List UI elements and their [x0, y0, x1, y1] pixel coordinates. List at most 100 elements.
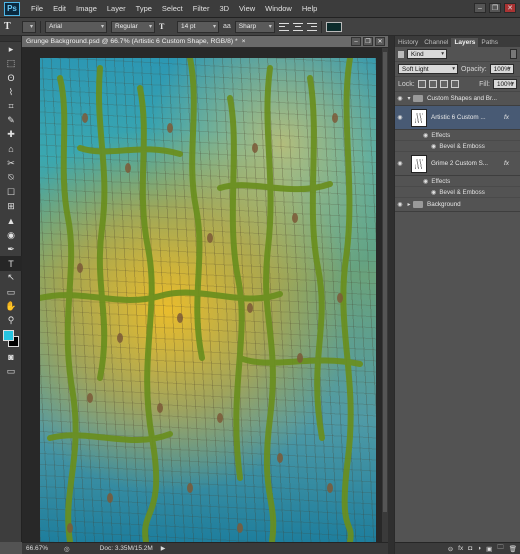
tab-channels[interactable]: Channel: [421, 38, 451, 47]
brush-tool-icon[interactable]: ⌂: [0, 142, 22, 156]
quick-mask-icon[interactable]: ◙: [0, 350, 22, 364]
expand-caret-icon[interactable]: ▾: [405, 95, 413, 102]
blur-tool-icon[interactable]: ▲: [0, 214, 22, 228]
healing-brush-tool-icon[interactable]: ✚: [0, 128, 22, 142]
menu-select[interactable]: Select: [157, 4, 188, 13]
effects-label: Effects: [431, 177, 451, 185]
expand-caret-icon[interactable]: ▸: [405, 201, 413, 208]
tab-layers[interactable]: Layers: [451, 38, 479, 47]
tool-preset-dropdown[interactable]: [22, 20, 36, 33]
menu-layer[interactable]: Layer: [102, 4, 131, 13]
text-color-swatch[interactable]: [325, 21, 342, 32]
eyedropper-tool-icon[interactable]: ✎: [0, 113, 22, 127]
new-layer-icon[interactable]: 🗀: [497, 543, 504, 554]
align-left-icon[interactable]: [278, 22, 289, 32]
marquee-tool-icon[interactable]: ⬚: [0, 56, 22, 70]
pen-tool-icon[interactable]: ✒: [0, 242, 22, 256]
shape-tool-icon[interactable]: ▭: [0, 285, 22, 299]
status-menu-arrow-icon[interactable]: ▶: [161, 545, 166, 552]
hand-tool-icon[interactable]: ✋: [0, 299, 22, 313]
align-right-icon[interactable]: [306, 22, 317, 32]
tab-history[interactable]: History: [395, 38, 421, 47]
menu-filter[interactable]: Filter: [188, 4, 215, 13]
crop-tool-icon[interactable]: ⌗: [0, 99, 22, 113]
menu-type[interactable]: Type: [131, 4, 157, 13]
document-canvas[interactable]: [40, 58, 376, 542]
kind-dropdown[interactable]: Kind: [407, 49, 447, 59]
effect-bevel-emboss[interactable]: ◉ Bevel & Emboss: [395, 187, 520, 198]
effect-visibility-icon[interactable]: ◉: [431, 143, 436, 150]
effects-row[interactable]: ◉ Effects: [395, 176, 520, 187]
layer-group-background[interactable]: ◉ ▸ Background: [395, 198, 520, 212]
lock-label: Lock:: [398, 80, 415, 88]
path-select-tool-icon[interactable]: ↖: [0, 271, 22, 285]
adjustment-layer-icon[interactable]: ◑: [477, 545, 481, 552]
blend-mode-dropdown[interactable]: Soft Light: [398, 64, 458, 74]
visibility-eye-icon[interactable]: ◉: [395, 201, 405, 208]
document-tab[interactable]: Grunge Background.psd @ 66.7% (Artistic …: [22, 36, 388, 48]
menu-help[interactable]: Help: [297, 4, 322, 13]
dodge-tool-icon[interactable]: ◉: [0, 228, 22, 242]
fx-icon[interactable]: fx: [504, 114, 520, 121]
zoom-tool-icon[interactable]: ⚲: [0, 314, 22, 328]
eraser-tool-icon[interactable]: ☐: [0, 185, 22, 199]
tab-paths[interactable]: Paths: [478, 38, 501, 47]
fill-field[interactable]: 100%: [493, 79, 517, 89]
lock-transparent-icon[interactable]: [417, 80, 426, 88]
screen-mode-icon[interactable]: ▭: [0, 364, 22, 378]
menu-view[interactable]: View: [234, 4, 260, 13]
effect-visibility-icon[interactable]: ◉: [431, 189, 436, 196]
menu-image[interactable]: Image: [71, 4, 102, 13]
type-tool-icon[interactable]: T: [4, 21, 18, 32]
minimize-button[interactable]: –: [474, 3, 486, 13]
type-tool-icon[interactable]: T: [0, 256, 22, 271]
move-tool-icon[interactable]: ▸: [0, 42, 22, 56]
filter-toggle-icon[interactable]: [510, 49, 517, 59]
zoom-level[interactable]: 66.67%: [22, 545, 64, 552]
new-group-icon[interactable]: ▣: [486, 545, 492, 553]
layer-group-custom-shapes[interactable]: ◉ ▾ Custom Shapes and Br...: [395, 92, 520, 106]
doc-close-button[interactable]: ✕: [375, 37, 385, 46]
add-style-icon[interactable]: fx: [458, 545, 463, 552]
close-document-icon[interactable]: ×: [242, 38, 246, 45]
close-button[interactable]: ✕: [504, 3, 516, 13]
font-family-dropdown[interactable]: Arial: [45, 20, 107, 33]
effect-bevel-emboss[interactable]: ◉ Bevel & Emboss: [395, 141, 520, 152]
visibility-eye-icon[interactable]: ◉: [395, 114, 405, 121]
visibility-eye-icon[interactable]: ◉: [395, 95, 405, 102]
menu-window[interactable]: Window: [260, 4, 297, 13]
fx-icon[interactable]: fx: [504, 160, 520, 167]
lock-image-icon[interactable]: [428, 80, 437, 88]
history-brush-tool-icon[interactable]: ⍉: [0, 171, 22, 185]
gradient-tool-icon[interactable]: ⊞: [0, 199, 22, 213]
layer-artistic-6[interactable]: ◉ Artistic 6 Custom ... fx: [395, 106, 520, 130]
menu-3d[interactable]: 3D: [214, 4, 234, 13]
font-size-dropdown[interactable]: 14 pt: [177, 20, 219, 33]
lasso-tool-icon[interactable]: ʘ: [0, 71, 22, 85]
menu-edit[interactable]: Edit: [48, 4, 71, 13]
lock-all-icon[interactable]: [450, 80, 459, 88]
font-style-dropdown[interactable]: Regular: [111, 20, 155, 33]
doc-minimize-button[interactable]: –: [351, 37, 361, 46]
clone-stamp-tool-icon[interactable]: ✂: [0, 156, 22, 170]
maximize-button[interactable]: ❐: [489, 3, 501, 13]
folder-icon: [413, 201, 423, 208]
canvas-area[interactable]: [22, 48, 388, 542]
visibility-eye-icon[interactable]: ◉: [395, 160, 405, 167]
delete-layer-icon[interactable]: 🗑: [509, 545, 517, 553]
align-center-icon[interactable]: [292, 22, 303, 32]
scrollbar-thumb[interactable]: [383, 52, 387, 512]
effects-row[interactable]: ◉ Effects: [395, 130, 520, 141]
quick-select-tool-icon[interactable]: ⌇: [0, 85, 22, 99]
menu-file[interactable]: File: [26, 4, 48, 13]
link-layers-icon[interactable]: ⊖: [448, 545, 453, 553]
foreground-color-swatch[interactable]: [3, 329, 14, 341]
opacity-field[interactable]: 100%: [489, 64, 514, 74]
add-mask-icon[interactable]: ◘: [468, 545, 472, 552]
color-swatches: [0, 328, 21, 350]
layer-grime-2[interactable]: ◉ Grime 2 Custom S... fx: [395, 152, 520, 176]
antialias-dropdown[interactable]: Sharp: [234, 20, 275, 33]
doc-restore-button[interactable]: ❐: [363, 37, 373, 46]
lock-position-icon[interactable]: [439, 80, 448, 88]
effects-icon: ◉: [423, 131, 429, 139]
